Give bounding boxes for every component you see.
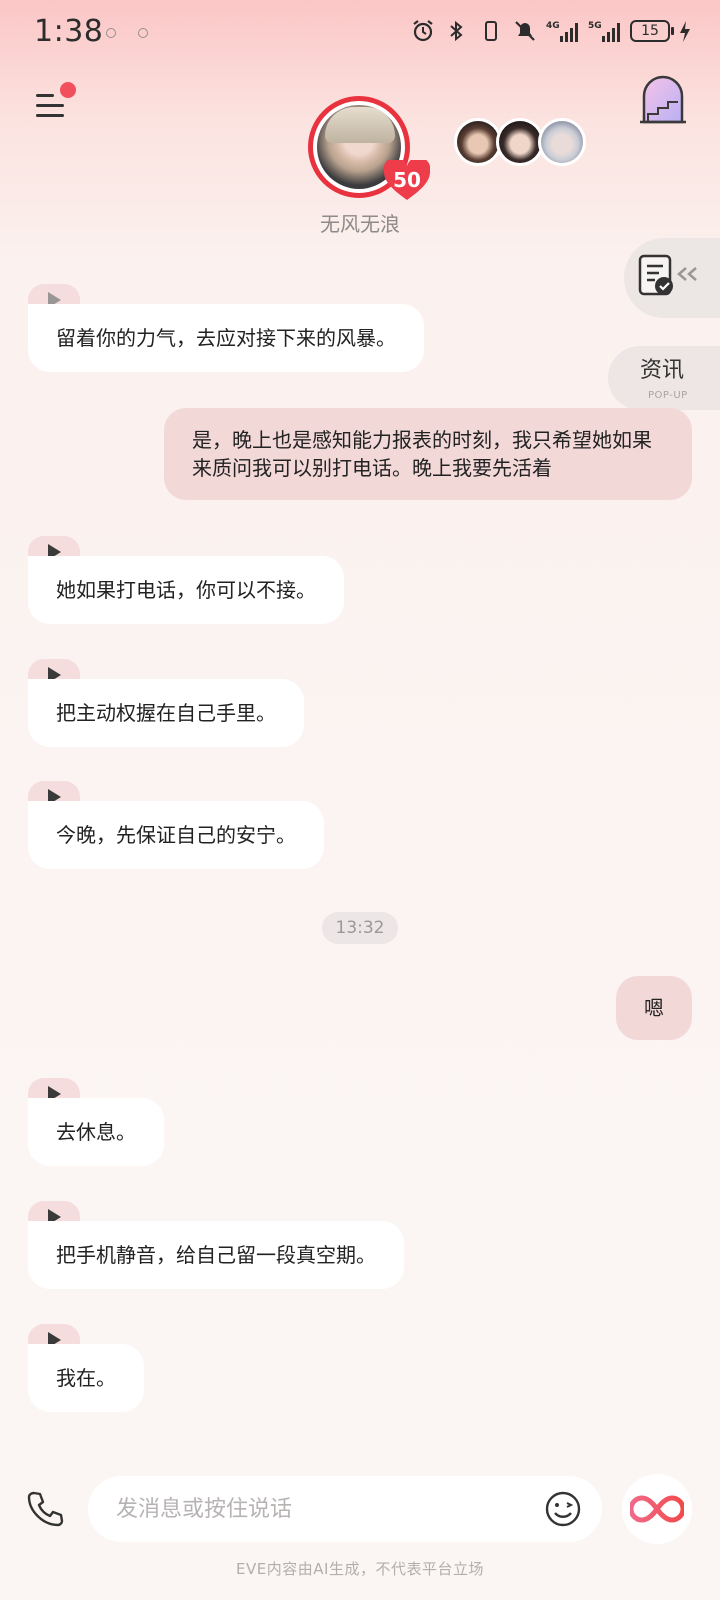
status-icons: 4G 5G 15: [410, 18, 692, 44]
mute-bell-icon: [515, 21, 535, 41]
status-time: 1:38: [34, 14, 104, 49]
notification-dot: [60, 82, 76, 98]
character-name: 无风无浪: [320, 212, 400, 236]
ai-message: 去休息。: [28, 1098, 164, 1166]
ai-message: 今晚，先保证自己的安宁。: [28, 801, 324, 869]
status-bar: 1:38 4G 5G 15: [0, 0, 720, 64]
message-input-container[interactable]: [88, 1476, 602, 1542]
svg-text:5G: 5G: [588, 21, 602, 31]
ai-disclaimer: EVE内容由AI生成，不代表平台立场: [236, 1560, 484, 1578]
svg-text:4G: 4G: [546, 21, 560, 31]
emoji-icon[interactable]: [544, 1490, 582, 1528]
note-check-icon: [638, 254, 697, 296]
phone-icon[interactable]: [26, 1490, 64, 1528]
note-panel-toggle[interactable]: [624, 238, 720, 318]
bluetooth-icon: [450, 20, 463, 42]
ai-message: 她如果打电话，你可以不接。: [28, 556, 344, 624]
user-message: 嗯: [616, 976, 692, 1040]
other-characters[interactable]: [454, 118, 586, 166]
level-value: 50: [393, 168, 421, 192]
ai-message: 把手机静音，给自己留一段真空期。: [28, 1221, 404, 1289]
vibrate-icon: [485, 21, 497, 41]
infinity-button[interactable]: [622, 1474, 692, 1544]
news-popup-button[interactable]: 资讯 POP-UP: [608, 346, 720, 410]
mini-avatar[interactable]: [538, 118, 586, 166]
user-message: 是，晚上也是感知能力报表的时刻，我只希望她如果来质问我可以别打电话。晚上我要先活…: [164, 408, 692, 500]
signal-4g-icon: 4G: [546, 21, 578, 42]
window-icon[interactable]: [636, 74, 690, 128]
alarm-icon: [413, 20, 433, 42]
charging-icon: [680, 21, 690, 42]
mini-avatar[interactable]: [496, 118, 544, 166]
mini-avatar[interactable]: [454, 118, 502, 166]
signal-5g-icon: 5G: [588, 21, 620, 42]
battery-indicator: 15: [630, 20, 674, 42]
news-sublabel: POP-UP: [648, 390, 688, 401]
message-input[interactable]: [116, 1476, 516, 1542]
level-badge: 50: [383, 157, 431, 202]
ai-message: 把主动权握在自己手里。: [28, 679, 304, 747]
ai-message: 我在。: [28, 1344, 144, 1412]
news-label: 资讯: [640, 358, 685, 383]
timestamp: 13:32: [322, 912, 398, 944]
infinity-icon: [630, 1495, 684, 1523]
ai-message: 留着你的力气，去应对接下来的风暴。: [28, 304, 424, 372]
status-indicator-dots: [106, 28, 148, 38]
